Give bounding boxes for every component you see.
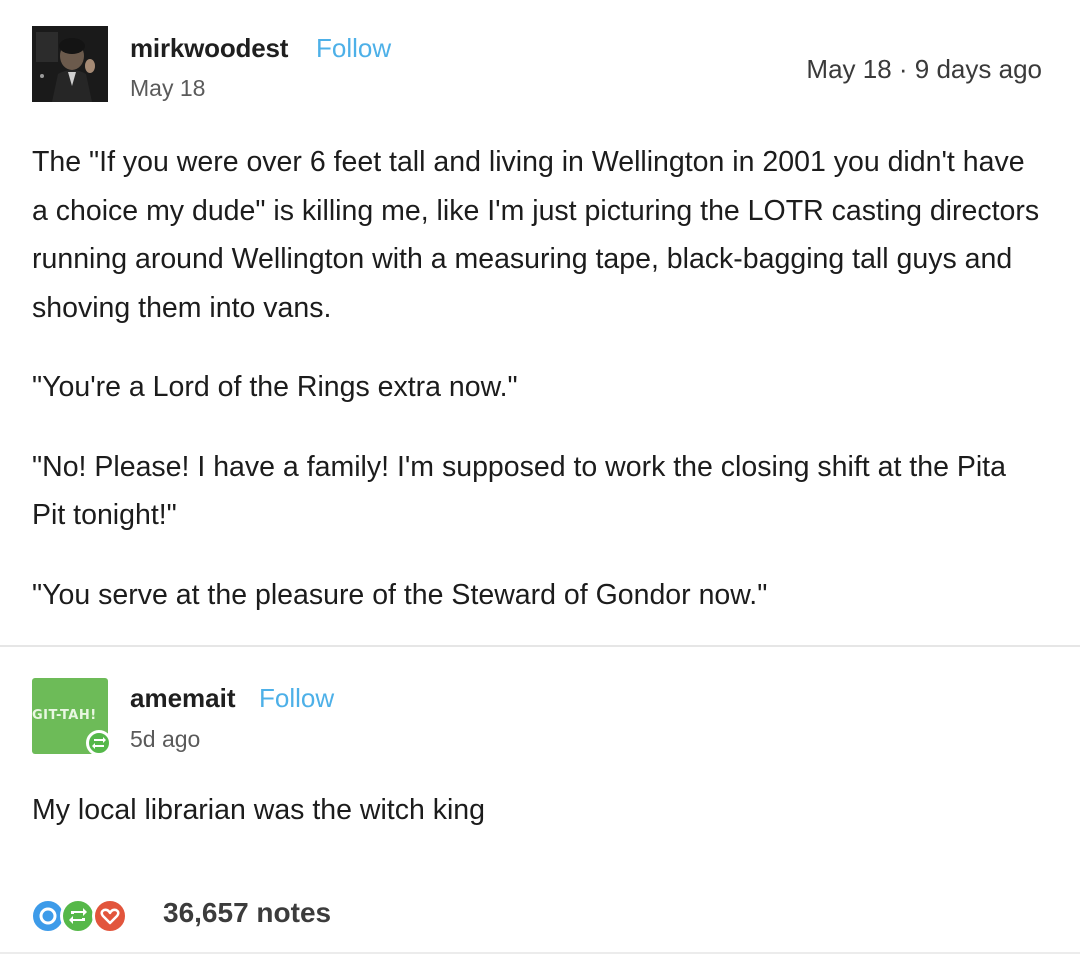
heart-icon (92, 898, 128, 934)
notes-icons[interactable] (30, 898, 140, 934)
post-paragraph: "No! Please! I have a family! I'm suppos… (32, 450, 1006, 532)
reblog-badge-icon (86, 730, 112, 756)
post2-body: My local librarian was the witch king (32, 794, 486, 826)
follow-button[interactable]: Follow (259, 683, 334, 714)
post-paragraph: The "If you were over 6 feet tall and li… (32, 146, 1040, 324)
post-paragraph: "You serve at the pleasure of the Stewar… (32, 578, 768, 611)
username[interactable]: amemait (130, 683, 236, 714)
follow-button[interactable]: Follow (316, 33, 391, 64)
reblog-icon (60, 898, 96, 934)
post-paragraph: "You're a Lord of the Rings extra now." (32, 371, 518, 403)
avatar-text: GIT-TAH! (32, 708, 97, 723)
tumblr-post-screenshot: mirkwoodest Follow May 18 May 18 · 9 day… (0, 0, 1080, 954)
notes-count[interactable]: 36,657 notes (163, 897, 331, 929)
post1-body: The "If you were over 6 feet tall and li… (32, 138, 1042, 619)
post-timestamp[interactable]: May 18 · 9 days ago (806, 54, 1042, 85)
reblog-divider (0, 645, 1080, 647)
username[interactable]: mirkwoodest (130, 33, 288, 64)
post-date: 5d ago (130, 726, 201, 752)
avatar[interactable] (32, 26, 108, 102)
post1-header: mirkwoodest Follow May 18 May 18 · 9 day… (30, 24, 1050, 108)
post-date: May 18 (130, 75, 206, 101)
